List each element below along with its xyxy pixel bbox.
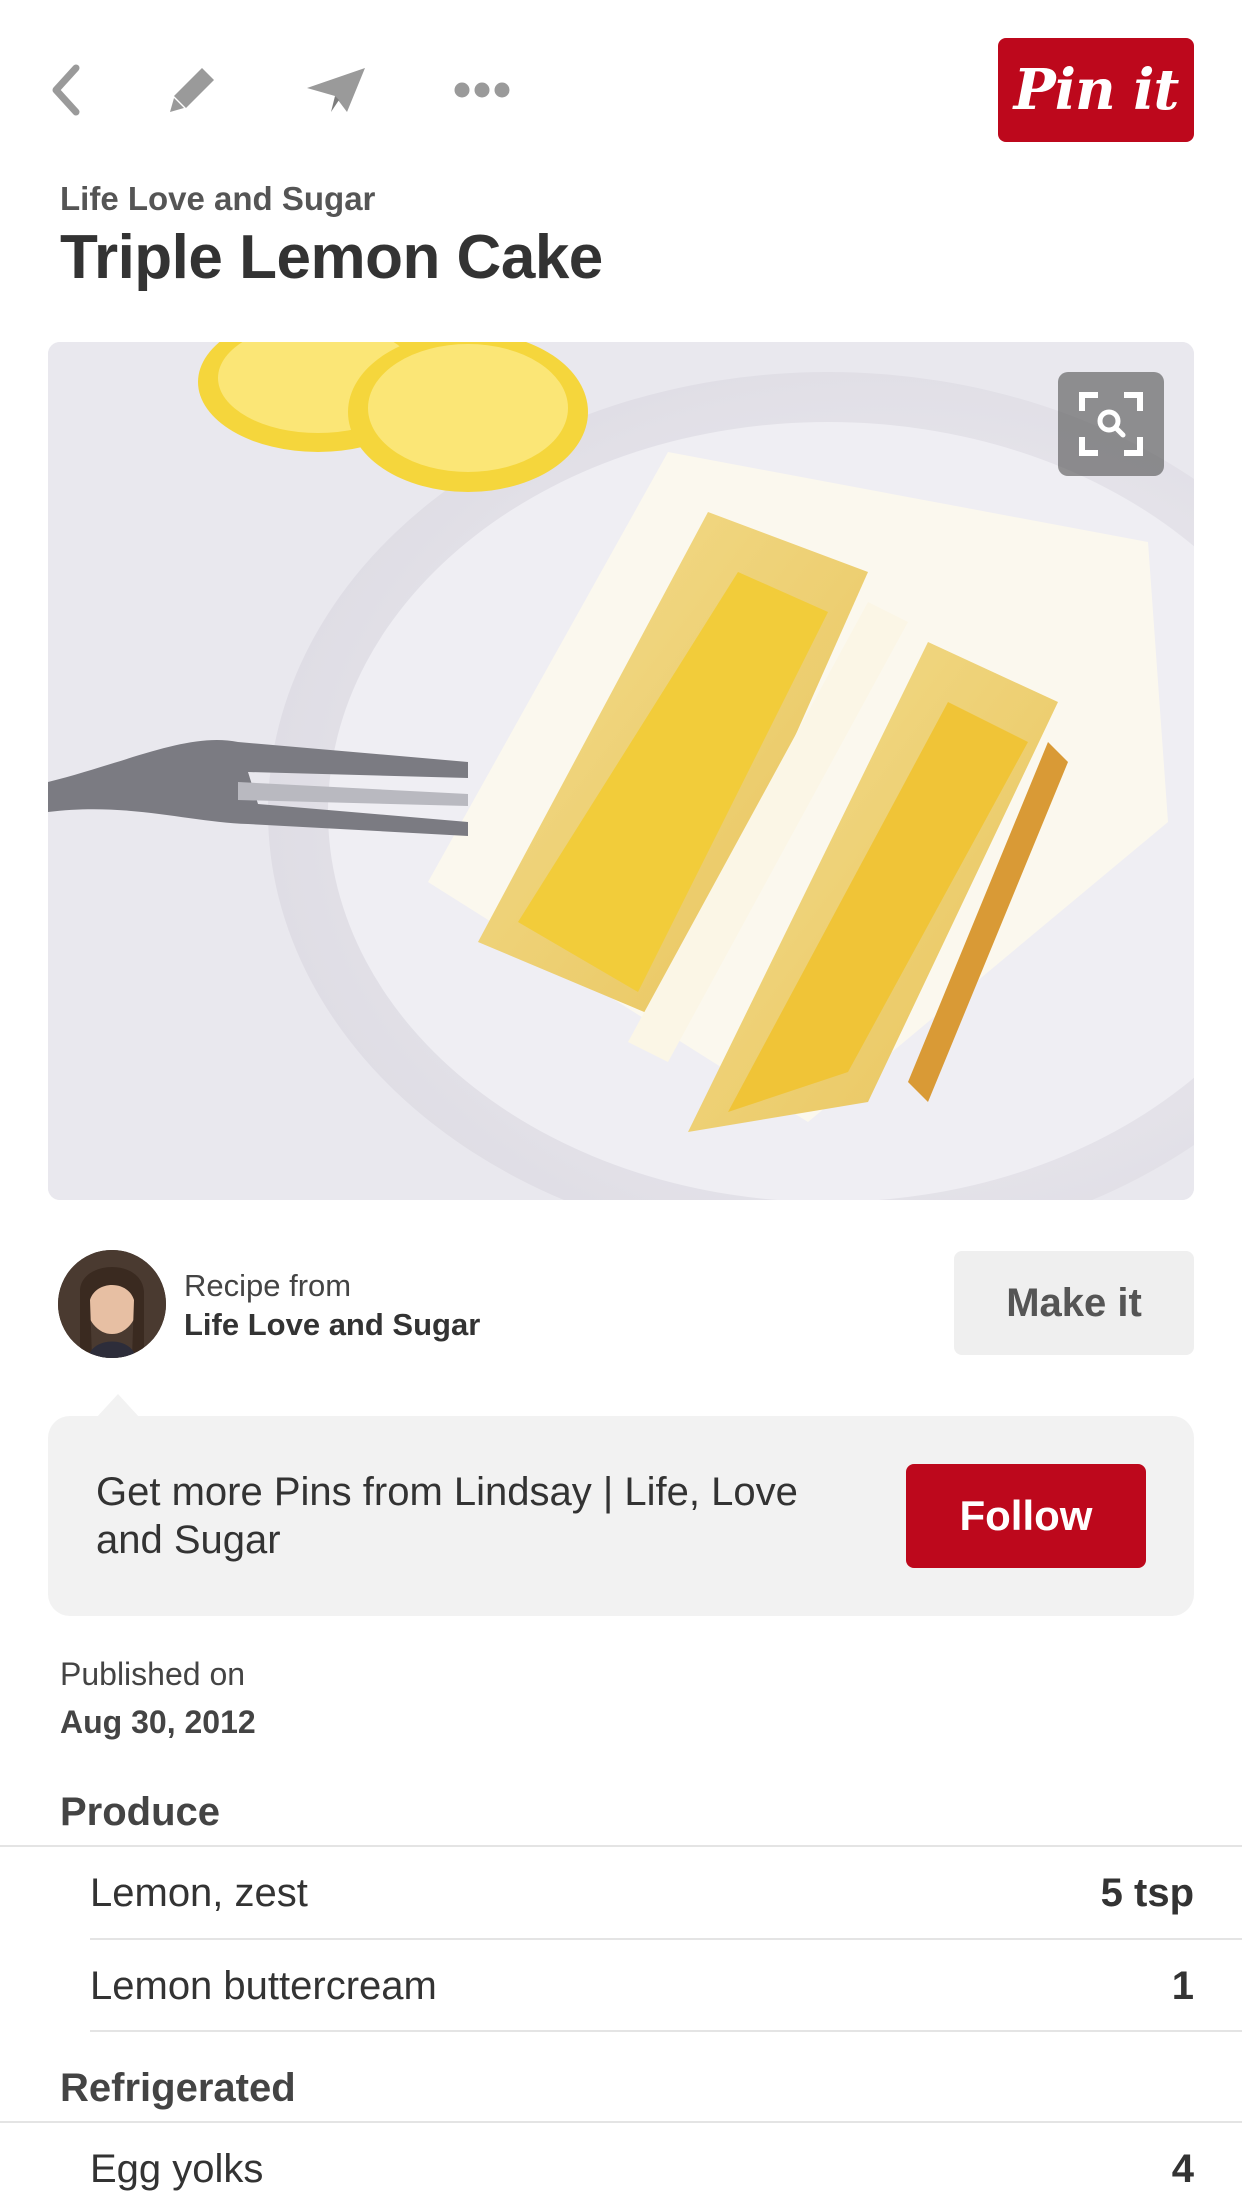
ingredient-quantity: 4 — [1171, 2147, 1194, 2191]
pin-it-button[interactable]: Pin it — [998, 38, 1194, 142]
list-item: Lemon buttercream 1 — [90, 1940, 1194, 2032]
section-heading-refrigerated: Refrigerated — [60, 2066, 296, 2110]
chevron-left-icon — [52, 64, 80, 116]
avatar[interactable] — [58, 1250, 166, 1358]
recipe-source-name[interactable]: Life Love and Sugar — [184, 1307, 480, 1343]
back-button[interactable] — [34, 58, 98, 122]
published-date: Aug 30, 2012 — [60, 1704, 256, 1740]
ingredient-quantity: 1 — [1171, 1964, 1194, 2008]
list-item: Egg yolks 4 — [90, 2123, 1194, 2208]
visual-search-icon — [1079, 392, 1143, 456]
edit-button[interactable] — [160, 58, 224, 122]
visual-search-button[interactable] — [1058, 372, 1164, 476]
pin-image[interactable] — [48, 342, 1194, 1200]
top-toolbar: Pin it — [0, 0, 1242, 180]
ingredient-name: Lemon buttercream — [90, 1964, 437, 2008]
more-button[interactable] — [450, 58, 514, 122]
section-heading-produce: Produce — [60, 1790, 221, 1834]
ingredient-name: Lemon, zest — [90, 1871, 308, 1915]
make-it-button[interactable]: Make it — [954, 1251, 1194, 1355]
recipe-from-label: Recipe from — [184, 1268, 352, 1303]
bubble-tail — [96, 1394, 140, 1418]
ingredient-name: Egg yolks — [90, 2147, 264, 2191]
page-title: Triple Lemon Cake — [60, 223, 603, 292]
follow-card-text: Get more Pins from Lindsay | Life, Love … — [96, 1470, 798, 1562]
ingredient-quantity: 5 tsp — [1100, 1871, 1194, 1915]
send-button[interactable] — [304, 58, 368, 122]
pencil-icon — [170, 68, 214, 112]
more-dots-icon — [454, 82, 510, 98]
paper-plane-icon — [307, 68, 365, 112]
follow-button[interactable]: Follow — [906, 1464, 1146, 1568]
list-item: Lemon, zest 5 tsp — [90, 1847, 1194, 1939]
published-label: Published on — [60, 1656, 246, 1692]
source-name[interactable]: Life Love and Sugar — [60, 180, 375, 218]
divider — [90, 2030, 1242, 2032]
